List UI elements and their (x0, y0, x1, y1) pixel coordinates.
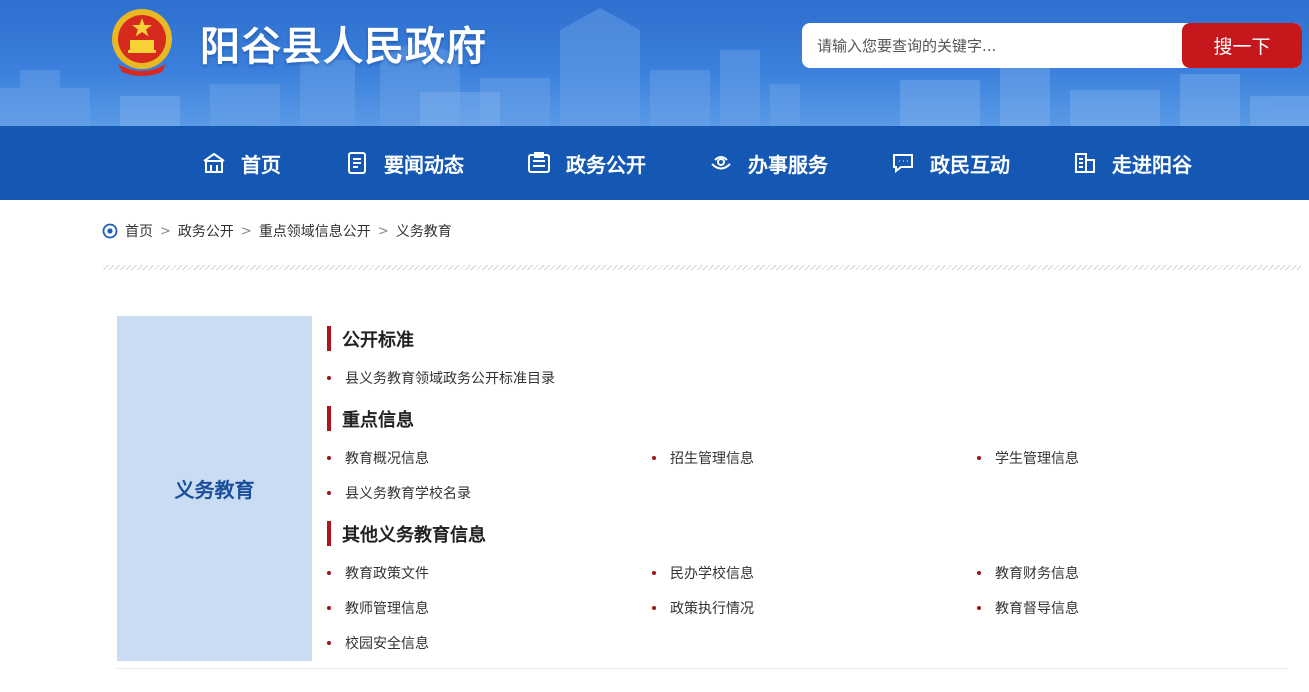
bullet (977, 456, 981, 460)
list-item[interactable]: 教育督导信息 (977, 598, 1079, 618)
breadcrumb-key-areas[interactable]: 重点领域信息公开 (259, 221, 371, 241)
list-item[interactable]: 招生管理信息 (652, 448, 754, 468)
list-item[interactable]: 校园安全信息 (327, 633, 429, 653)
site-title: 阳谷县人民政府 (200, 24, 487, 70)
section-title-bar (327, 406, 331, 431)
list-item[interactable]: 教师管理信息 (327, 598, 429, 618)
bullet (327, 376, 331, 380)
list-item[interactable]: 县义务教育学校名录 (327, 483, 471, 503)
side-category-panel: 义务教育 (117, 316, 312, 661)
nav-item-home[interactable]: 首页 (201, 126, 281, 200)
side-panel-title: 义务教育 (174, 478, 255, 502)
search-button[interactable]: 搜一下 (1182, 23, 1302, 68)
breadcrumb-current[interactable]: 义务教育 (396, 221, 452, 241)
nav-label: 走进阳谷 (1112, 152, 1192, 177)
nav-item-service[interactable]: 办事服务 (708, 126, 828, 200)
bullet (327, 571, 331, 575)
site-header: 阳谷县人民政府 搜一下 (0, 0, 1309, 126)
breadcrumb-gov-affairs[interactable]: 政务公开 (178, 221, 234, 241)
nav-label: 政民互动 (930, 152, 1010, 177)
breadcrumb: 首页 > 政务公开 > 重点领域信息公开 > 义务教育 (102, 219, 452, 243)
bullet (652, 456, 656, 460)
breadcrumb-home[interactable]: 首页 (125, 221, 153, 241)
search-box: 搜一下 (802, 23, 1302, 68)
national-emblem-logo (112, 9, 172, 76)
bullet (327, 641, 331, 645)
gov-affairs-icon (526, 150, 552, 176)
chat-icon (890, 150, 916, 176)
bullet (977, 571, 981, 575)
nav-label: 政务公开 (566, 152, 646, 177)
nav-label: 办事服务 (748, 152, 828, 177)
building-icon (1072, 150, 1098, 176)
main-nav: 首页 要闻动态 政务公开 办事服务 政民互动 走进阳谷 (0, 126, 1309, 200)
bullet (327, 606, 331, 610)
list-item[interactable]: 教育政策文件 (327, 563, 429, 583)
bullet (327, 456, 331, 460)
home-icon (201, 150, 227, 176)
nav-label: 首页 (241, 152, 281, 177)
breadcrumb-separator: > (377, 223, 389, 239)
section-title: 其他义务教育信息 (327, 521, 486, 546)
bullet (652, 606, 656, 610)
section-title: 公开标准 (327, 326, 414, 351)
list-item[interactable]: 县义务教育领域政务公开标准目录 (327, 368, 555, 388)
location-pin-icon (102, 223, 118, 239)
divider (102, 265, 1301, 270)
bullet (977, 606, 981, 610)
nav-item-interaction[interactable]: 政民互动 (890, 126, 1010, 200)
news-icon (344, 150, 370, 176)
list-item[interactable]: 民办学校信息 (652, 563, 754, 583)
list-item[interactable]: 政策执行情况 (652, 598, 754, 618)
section-title-bar (327, 521, 331, 546)
breadcrumb-separator: > (160, 223, 171, 239)
search-input[interactable] (802, 23, 1182, 68)
service-icon (708, 150, 734, 176)
nav-item-about[interactable]: 走进阳谷 (1072, 126, 1192, 200)
section-title-bar (327, 326, 331, 351)
content-bottom-divider (117, 668, 1287, 669)
bullet (327, 491, 331, 495)
list-item[interactable]: 教育概况信息 (327, 448, 429, 468)
nav-item-news[interactable]: 要闻动态 (344, 126, 464, 200)
section-title: 重点信息 (327, 406, 414, 431)
nav-item-gov-affairs[interactable]: 政务公开 (526, 126, 646, 200)
nav-label: 要闻动态 (384, 152, 464, 177)
list-item[interactable]: 教育财务信息 (977, 563, 1079, 583)
breadcrumb-separator: > (240, 223, 252, 239)
list-item[interactable]: 学生管理信息 (977, 448, 1079, 468)
bullet (652, 571, 656, 575)
